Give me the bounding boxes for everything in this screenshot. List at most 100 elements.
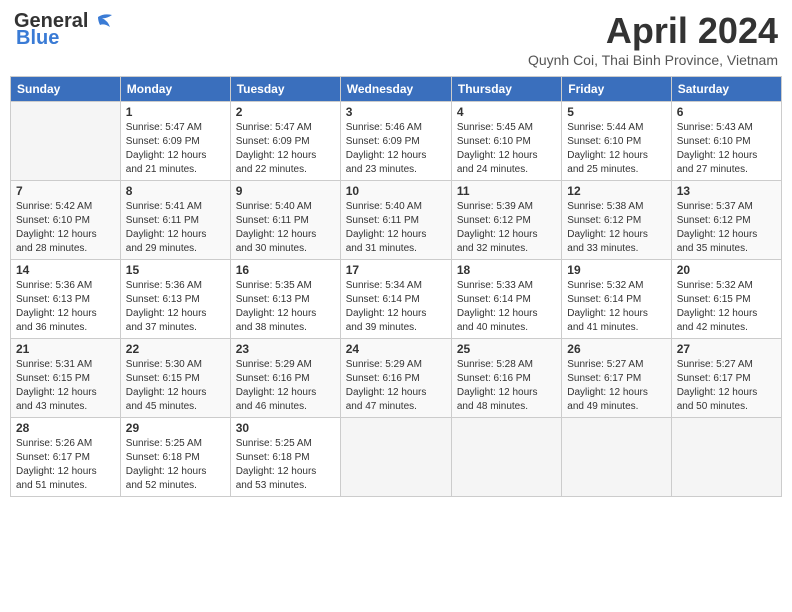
day-info: Sunrise: 5:47 AMSunset: 6:09 PMDaylight:… bbox=[126, 121, 225, 177]
column-header-friday: Friday bbox=[562, 77, 671, 102]
logo: General Blue bbox=[14, 10, 112, 50]
week-row-5: 28 Sunrise: 5:26 AMSunset: 6:17 PMDayligh… bbox=[11, 418, 782, 497]
calendar-cell: 10Sunrise: 5:40 AMSunset: 6:11 PMDayligh… bbox=[340, 181, 451, 260]
day-number: 4 bbox=[457, 105, 556, 119]
day-info: Sunrise: 5:27 AMSunset: 6:17 PMDaylight:… bbox=[677, 358, 776, 414]
day-info: Sunrise: 5:32 AMSunset: 6:14 PMDaylight:… bbox=[567, 279, 665, 335]
calendar-cell bbox=[11, 102, 121, 181]
week-row-2: 7 Sunrise: 5:42 AMSunset: 6:10 PMDaylight… bbox=[11, 181, 782, 260]
calendar-cell: 18Sunrise: 5:33 AMSunset: 6:14 PMDayligh… bbox=[451, 260, 561, 339]
day-info: Sunrise: 5:25 AMSunset: 6:18 PMDaylight:… bbox=[236, 437, 335, 493]
calendar-cell: 9 Sunrise: 5:40 AMSunset: 6:11 PMDaylight… bbox=[230, 181, 340, 260]
calendar-cell: 23Sunrise: 5:29 AMSunset: 6:16 PMDayligh… bbox=[230, 339, 340, 418]
calendar-cell: 28 Sunrise: 5:26 AMSunset: 6:17 PMDayligh… bbox=[11, 418, 121, 497]
day-info: Sunrise: 5:29 AMSunset: 6:16 PMDaylight:… bbox=[346, 358, 446, 414]
week-row-3: 14 Sunrise: 5:36 AMSunset: 6:13 PMDayligh… bbox=[11, 260, 782, 339]
calendar-cell: 5Sunrise: 5:44 AMSunset: 6:10 PMDaylight… bbox=[562, 102, 671, 181]
day-info: Sunrise: 5:46 AMSunset: 6:09 PMDaylight:… bbox=[346, 121, 446, 177]
day-info: Sunrise: 5:38 AMSunset: 6:12 PMDaylight:… bbox=[567, 200, 665, 256]
day-info: Sunrise: 5:47 AMSunset: 6:09 PMDaylight:… bbox=[236, 121, 335, 177]
day-info: Sunrise: 5:35 AMSunset: 6:13 PMDaylight:… bbox=[236, 279, 335, 335]
day-number: 8 bbox=[126, 184, 225, 198]
day-info: Sunrise: 5:32 AMSunset: 6:15 PMDaylight:… bbox=[677, 279, 776, 335]
location-subtitle: Quynh Coi, Thai Binh Province, Vietnam bbox=[528, 52, 778, 68]
day-info: Sunrise: 5:39 AMSunset: 6:12 PMDaylight:… bbox=[457, 200, 556, 256]
day-info: Sunrise: 5:26 AMSunset: 6:17 PMDaylight:… bbox=[16, 437, 115, 493]
calendar-cell: 20 Sunrise: 5:32 AMSunset: 6:15 PMDayligh… bbox=[671, 260, 781, 339]
day-number: 27 bbox=[677, 342, 776, 356]
calendar-cell bbox=[671, 418, 781, 497]
day-number: 26 bbox=[567, 342, 665, 356]
day-info: Sunrise: 5:40 AMSunset: 6:11 PMDaylight:… bbox=[236, 200, 335, 256]
calendar-cell: 13Sunrise: 5:37 AMSunset: 6:12 PMDayligh… bbox=[671, 181, 781, 260]
day-number: 24 bbox=[346, 342, 446, 356]
calendar-cell: 29 Sunrise: 5:25 AMSunset: 6:18 PMDayligh… bbox=[120, 418, 230, 497]
calendar-cell: 26 Sunrise: 5:27 AMSunset: 6:17 PMDayligh… bbox=[562, 339, 671, 418]
calendar-cell bbox=[451, 418, 561, 497]
day-number: 3 bbox=[346, 105, 446, 119]
calendar-cell: 27 Sunrise: 5:27 AMSunset: 6:17 PMDayligh… bbox=[671, 339, 781, 418]
calendar-cell: 11Sunrise: 5:39 AMSunset: 6:12 PMDayligh… bbox=[451, 181, 561, 260]
column-header-monday: Monday bbox=[120, 77, 230, 102]
day-info: Sunrise: 5:40 AMSunset: 6:11 PMDaylight:… bbox=[346, 200, 446, 256]
day-info: Sunrise: 5:41 AMSunset: 6:11 PMDaylight:… bbox=[126, 200, 225, 256]
day-info: Sunrise: 5:45 AMSunset: 6:10 PMDaylight:… bbox=[457, 121, 556, 177]
page-header: General Blue April 2024 Quynh Coi, Thai … bbox=[10, 10, 782, 68]
day-number: 2 bbox=[236, 105, 335, 119]
day-number: 13 bbox=[677, 184, 776, 198]
logo-bird-icon bbox=[90, 13, 112, 31]
day-info: Sunrise: 5:30 AMSunset: 6:15 PMDaylight:… bbox=[126, 358, 225, 414]
calendar-cell: 25 Sunrise: 5:28 AMSunset: 6:16 PMDayligh… bbox=[451, 339, 561, 418]
day-number: 23 bbox=[236, 342, 335, 356]
calendar-cell: 21 Sunrise: 5:31 AMSunset: 6:15 PMDayligh… bbox=[11, 339, 121, 418]
day-number: 14 bbox=[16, 263, 115, 277]
day-info: Sunrise: 5:43 AMSunset: 6:10 PMDaylight:… bbox=[677, 121, 776, 177]
day-number: 19 bbox=[567, 263, 665, 277]
day-info: Sunrise: 5:28 AMSunset: 6:16 PMDaylight:… bbox=[457, 358, 556, 414]
calendar-cell: 3 Sunrise: 5:46 AMSunset: 6:09 PMDaylight… bbox=[340, 102, 451, 181]
logo-blue: Blue bbox=[16, 27, 59, 50]
calendar-cell: 24 Sunrise: 5:29 AMSunset: 6:16 PMDayligh… bbox=[340, 339, 451, 418]
day-number: 12 bbox=[567, 184, 665, 198]
calendar-table: SundayMondayTuesdayWednesdayThursdayFrid… bbox=[10, 76, 782, 497]
calendar-cell: 14Sunrise: 5:36 AMSunset: 6:13 PMDayligh… bbox=[11, 260, 121, 339]
calendar-cell: 19 Sunrise: 5:32 AMSunset: 6:14 PMDayligh… bbox=[562, 260, 671, 339]
calendar-cell: 6 Sunrise: 5:43 AMSunset: 6:10 PMDaylight… bbox=[671, 102, 781, 181]
day-number: 22 bbox=[126, 342, 225, 356]
week-row-1: 1 Sunrise: 5:47 AMSunset: 6:09 PMDaylight… bbox=[11, 102, 782, 181]
day-number: 7 bbox=[16, 184, 115, 198]
calendar-cell: 2 Sunrise: 5:47 AMSunset: 6:09 PMDaylight… bbox=[230, 102, 340, 181]
calendar-cell: 4 Sunrise: 5:45 AMSunset: 6:10 PMDaylight… bbox=[451, 102, 561, 181]
column-header-saturday: Saturday bbox=[671, 77, 781, 102]
calendar-cell: 8 Sunrise: 5:41 AMSunset: 6:11 PMDaylight… bbox=[120, 181, 230, 260]
day-info: Sunrise: 5:42 AMSunset: 6:10 PMDaylight:… bbox=[16, 200, 115, 256]
calendar-cell: 17Sunrise: 5:34 AMSunset: 6:14 PMDayligh… bbox=[340, 260, 451, 339]
week-row-4: 21 Sunrise: 5:31 AMSunset: 6:15 PMDayligh… bbox=[11, 339, 782, 418]
column-header-thursday: Thursday bbox=[451, 77, 561, 102]
day-info: Sunrise: 5:34 AMSunset: 6:14 PMDaylight:… bbox=[346, 279, 446, 335]
day-number: 16 bbox=[236, 263, 335, 277]
calendar-header-row: SundayMondayTuesdayWednesdayThursdayFrid… bbox=[11, 77, 782, 102]
day-info: Sunrise: 5:36 AMSunset: 6:13 PMDaylight:… bbox=[126, 279, 225, 335]
day-info: Sunrise: 5:31 AMSunset: 6:15 PMDaylight:… bbox=[16, 358, 115, 414]
calendar-cell bbox=[340, 418, 451, 497]
calendar-cell: 7 Sunrise: 5:42 AMSunset: 6:10 PMDaylight… bbox=[11, 181, 121, 260]
column-header-tuesday: Tuesday bbox=[230, 77, 340, 102]
day-number: 18 bbox=[457, 263, 556, 277]
day-number: 6 bbox=[677, 105, 776, 119]
calendar-cell: 30Sunrise: 5:25 AMSunset: 6:18 PMDayligh… bbox=[230, 418, 340, 497]
day-number: 29 bbox=[126, 421, 225, 435]
day-info: Sunrise: 5:44 AMSunset: 6:10 PMDaylight:… bbox=[567, 121, 665, 177]
calendar-cell: 15Sunrise: 5:36 AMSunset: 6:13 PMDayligh… bbox=[120, 260, 230, 339]
calendar-cell: 22 Sunrise: 5:30 AMSunset: 6:15 PMDayligh… bbox=[120, 339, 230, 418]
day-number: 28 bbox=[16, 421, 115, 435]
day-number: 21 bbox=[16, 342, 115, 356]
calendar-cell: 16 Sunrise: 5:35 AMSunset: 6:13 PMDayligh… bbox=[230, 260, 340, 339]
day-number: 9 bbox=[236, 184, 335, 198]
day-number: 20 bbox=[677, 263, 776, 277]
day-info: Sunrise: 5:27 AMSunset: 6:17 PMDaylight:… bbox=[567, 358, 665, 414]
day-number: 1 bbox=[126, 105, 225, 119]
day-info: Sunrise: 5:25 AMSunset: 6:18 PMDaylight:… bbox=[126, 437, 225, 493]
day-number: 25 bbox=[457, 342, 556, 356]
column-header-sunday: Sunday bbox=[11, 77, 121, 102]
